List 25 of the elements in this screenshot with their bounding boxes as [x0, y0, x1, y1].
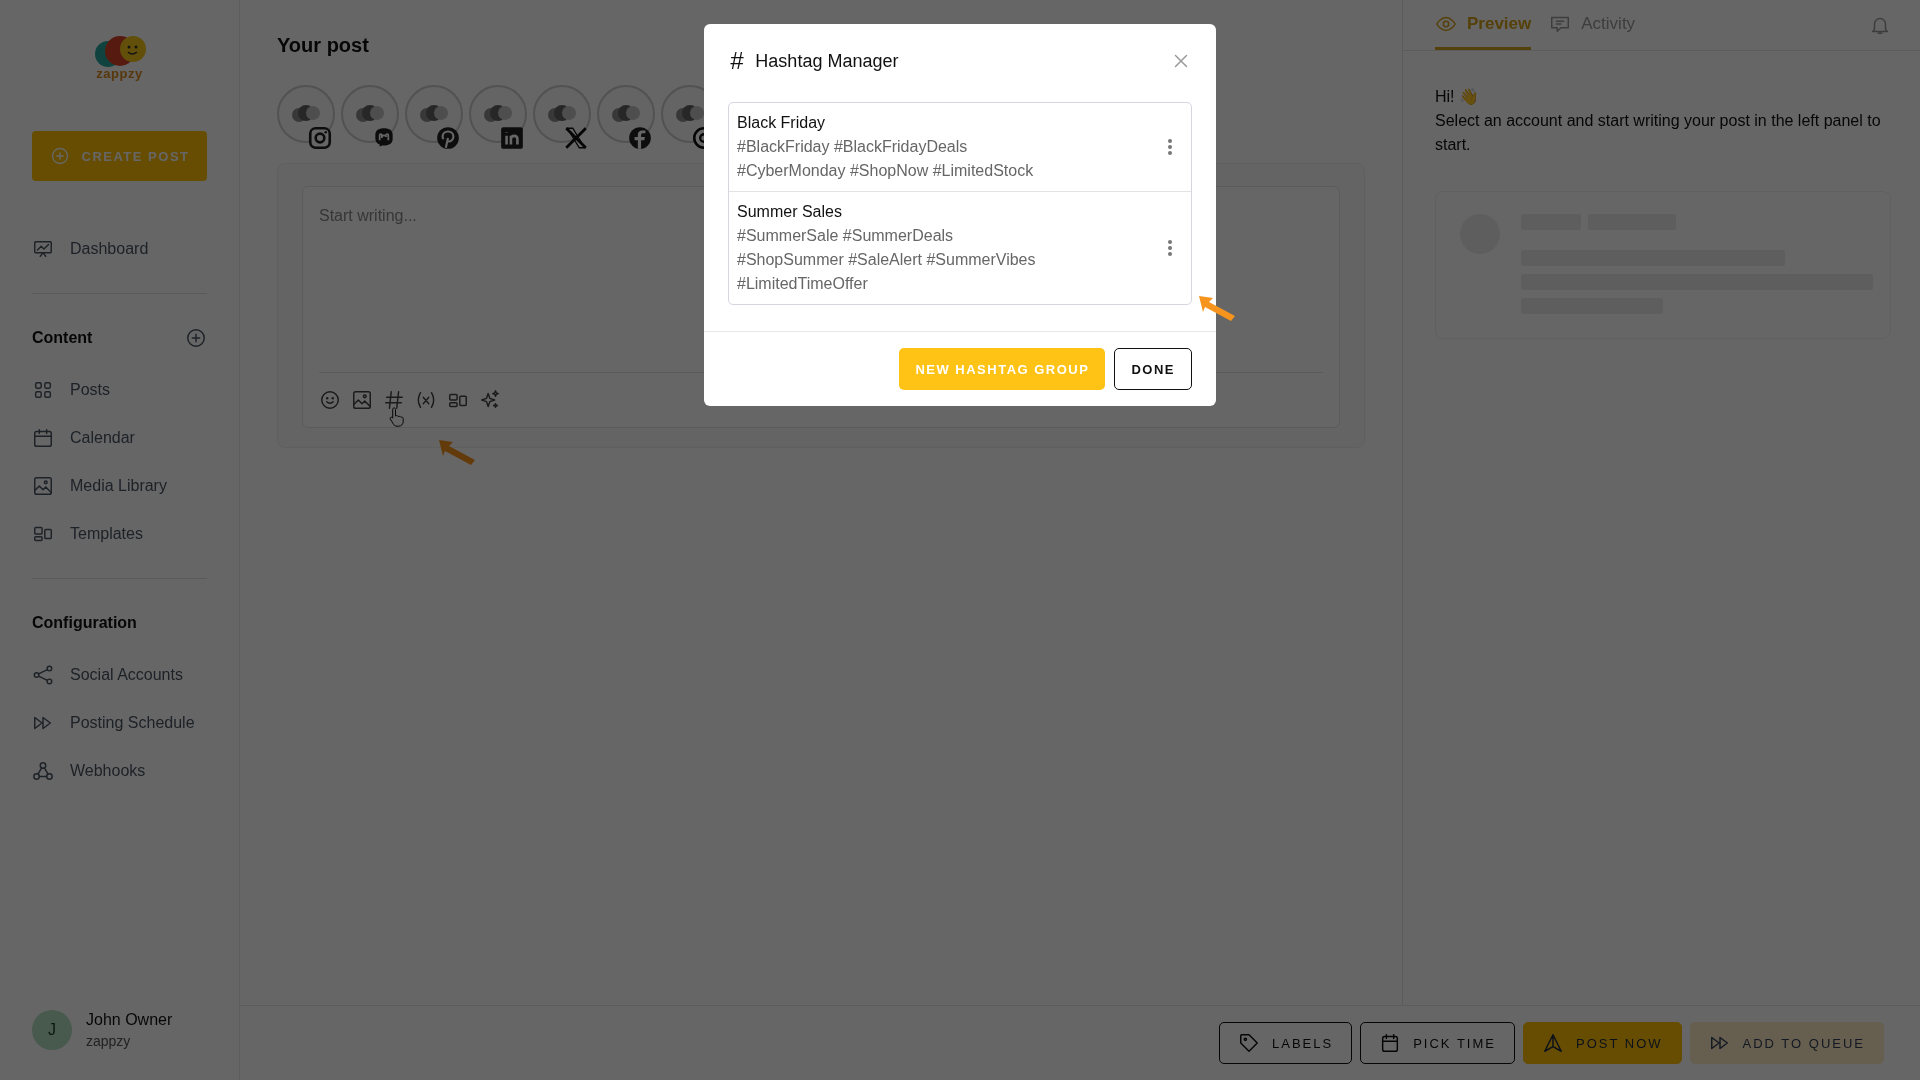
- logo-text: zappzy: [96, 66, 143, 81]
- hashtag-line: #SummerSale #SummerDeals: [737, 226, 955, 246]
- nav-label: Media Library: [70, 477, 167, 495]
- nav-label: Webhooks: [70, 762, 146, 780]
- nav-label: Dashboard: [70, 240, 149, 258]
- welcome-message: Hi! 👋 Select an account and start writing your post in the left panel to start.: [1434, 87, 1882, 155]
- group-name: Black Friday: [737, 113, 827, 133]
- nav-label: Social Accounts: [70, 666, 183, 684]
- user-organization: zappzy: [86, 1033, 132, 1049]
- page-title: Your post: [277, 34, 370, 57]
- dialog-icon-text: #: [730, 47, 744, 75]
- hashtag-line: #LimitedTimeOffer: [737, 274, 869, 294]
- dialog-title: Hashtag Manager: [755, 50, 899, 72]
- nav-label: Calendar: [70, 429, 135, 447]
- hashtag-line: #BlackFriday #BlackFridayDeals: [737, 137, 969, 157]
- hashtag-line: #ShopSummer #SaleAlert #SummerVibes: [737, 250, 1037, 270]
- user-avatar: J: [32, 1010, 72, 1050]
- hashtag-line: #CyberMonday #ShopNow #LimitedStock: [737, 161, 1035, 181]
- section-title: Configuration: [32, 614, 137, 632]
- user-name: John Owner: [86, 1011, 173, 1029]
- nav-label: Templates: [70, 525, 143, 543]
- nav-label: Posting Schedule: [70, 714, 195, 732]
- group-name: Summer Sales: [737, 202, 843, 222]
- section-title: Content: [32, 329, 93, 347]
- nav-label: Posts: [70, 381, 110, 399]
